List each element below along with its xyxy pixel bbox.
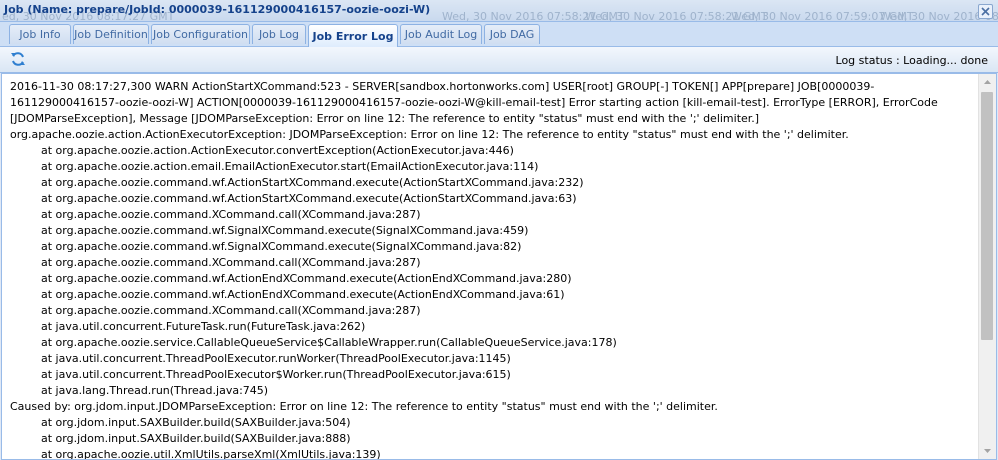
tab-label: Job Error Log (312, 29, 394, 43)
stack-trace-line: at org.apache.oozie.command.wf.ActionSta… (41, 192, 577, 205)
tab-job-configuration[interactable]: Job Configuration (151, 24, 250, 44)
scroll-up-button[interactable] (979, 74, 996, 91)
log-toolbar: Log status : Loading... done (0, 47, 998, 73)
refresh-button[interactable] (10, 51, 26, 67)
stack-trace-line: at org.apache.oozie.service.CallableQueu… (41, 336, 617, 349)
tab-label: Job Definition (74, 28, 148, 41)
scroll-thumb[interactable] (981, 92, 993, 340)
stack-trace-line: at org.apache.oozie.command.wf.ActionEnd… (41, 272, 572, 285)
tab-label: Job Configuration (152, 28, 249, 41)
stack-trace-line: at org.apache.oozie.command.XCommand.cal… (41, 304, 421, 317)
tab-job-log[interactable]: Job Log (252, 24, 306, 44)
stack-trace-line: at java.util.concurrent.ThreadPoolExecut… (41, 368, 511, 381)
stack-trace-line: at org.apache.oozie.command.wf.SignalXCo… (41, 224, 529, 237)
stack-trace-line: at org.apache.oozie.command.wf.ActionEnd… (41, 288, 565, 301)
stack-trace-line: at java.util.concurrent.ThreadPoolExecut… (41, 352, 511, 365)
error-log-pane[interactable]: 2016-11-30 08:17:27,300 WARN ActionStart… (1, 73, 997, 460)
tab-job-error-log[interactable]: Job Error Log (308, 24, 398, 47)
exception-line: Caused by: org.jdom.input.JDOMParseExcep… (10, 400, 718, 413)
stack-trace-line: at org.apache.oozie.action.email.EmailAc… (41, 160, 539, 173)
tab-job-audit-log[interactable]: Job Audit Log (400, 24, 482, 44)
tab-strip: Job Info Job Definition Job Configuratio… (0, 22, 998, 47)
log-header: 2016-11-30 08:17:27,300 WARN ActionStart… (10, 80, 938, 125)
arrow-up-icon (984, 80, 991, 84)
tab-job-info[interactable]: Job Info (9, 24, 71, 44)
vertical-scrollbar[interactable] (978, 74, 996, 459)
arrow-down-icon (984, 449, 991, 453)
tab-job-definition[interactable]: Job Definition (73, 24, 149, 44)
log-status: Log status : Loading... done (835, 54, 988, 67)
stack-trace-line: at org.jdom.input.SAXBuilder.build(SAXBu… (41, 416, 351, 429)
scroll-down-button[interactable] (979, 442, 996, 459)
window-titlebar: ed, 30 Nov 2016 08:17:27 GMT Wed, 30 Nov… (0, 0, 998, 22)
stack-trace-line: at org.apache.oozie.command.wf.ActionSta… (41, 176, 584, 189)
tab-label: Job DAG (489, 28, 535, 41)
tab-label: Job Log (258, 28, 300, 41)
close-button[interactable] (978, 4, 993, 19)
window-title: Job (Name: prepare/JobId: 0000039-161129… (4, 3, 431, 16)
refresh-icon (11, 52, 25, 66)
stack-trace-line: at java.util.concurrent.FutureTask.run(F… (41, 320, 366, 333)
close-icon (981, 7, 990, 16)
tab-label: Job Info (19, 28, 61, 41)
stack-trace-line: at org.apache.oozie.action.ActionExecuto… (41, 144, 514, 157)
error-log-text: 2016-11-30 08:17:27,300 WARN ActionStart… (10, 79, 975, 460)
stack-trace-line: at java.lang.Thread.run(Thread.java:745) (41, 384, 269, 397)
exception-line: org.apache.oozie.action.ActionExecutorEx… (10, 128, 849, 141)
stack-trace-line: at org.apache.oozie.command.wf.SignalXCo… (41, 240, 522, 253)
stack-trace-line: at org.apache.oozie.command.XCommand.cal… (41, 256, 421, 269)
stack-trace-line: at org.jdom.input.SAXBuilder.build(SAXBu… (41, 432, 351, 445)
tab-label: Job Audit Log (404, 28, 478, 41)
tab-job-dag[interactable]: Job DAG (484, 24, 540, 44)
stack-trace-line: at org.apache.oozie.command.XCommand.cal… (41, 208, 421, 221)
stack-trace-line: at org.apache.oozie.util.XmlUtils.parseX… (41, 448, 381, 460)
